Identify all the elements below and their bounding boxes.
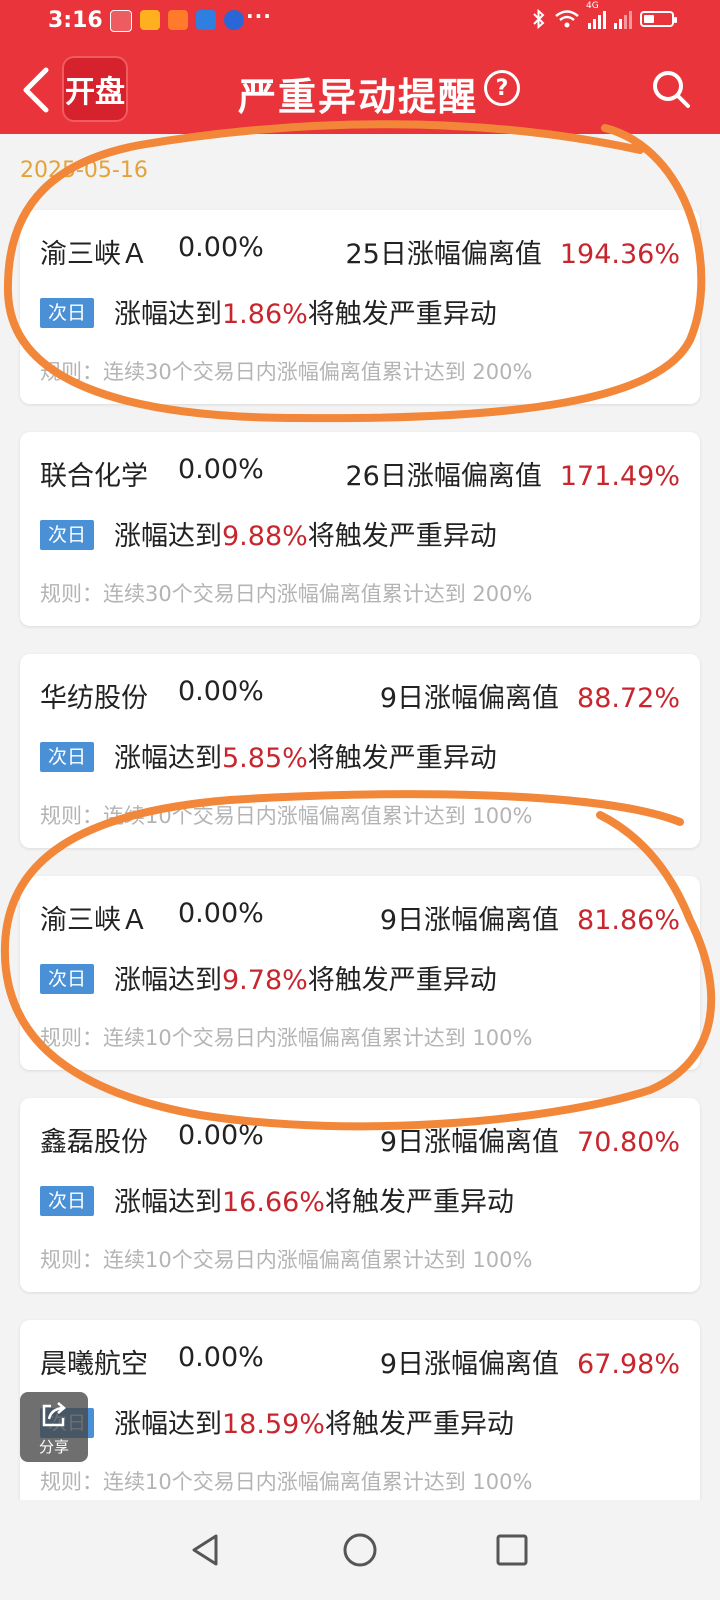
stock-name[interactable]: 渝三峡Ａ (40, 898, 148, 937)
share-label: 分享 (38, 1438, 69, 1456)
metric-value: 70.80% (577, 1127, 680, 1158)
trigger-suffix: 将触发严重异动 (324, 1187, 514, 1218)
signal-4g-icon: 4G (586, 1, 606, 29)
battery-icon (640, 11, 677, 27)
navigation-bar: 开盘 严重异动提醒 ? (0, 46, 720, 134)
system-status: 4G (532, 1, 677, 29)
video-app-icon (168, 10, 188, 30)
alert-card[interactable]: 晨曦航空 0.00% 9日涨幅偏离值67.98% 次日涨幅达到18.59%将触发… (20, 1320, 700, 1514)
next-day-tag: 次日 (40, 297, 94, 328)
rule-text: 规则：连续30个交易日内涨幅偏离值累计达到 200% (40, 582, 533, 606)
browser-icon (224, 10, 244, 30)
home-circle-icon[interactable] (340, 1530, 380, 1570)
alert-card[interactable]: 渝三峡Ａ 0.00% 9日涨幅偏离值 81.86% 次日 涨幅达到9.78%将触发严… (20, 876, 700, 1070)
trigger-suffix: 将触发严重异动 (307, 965, 497, 996)
alert-card[interactable]: 渝三峡Ａ 0.00% 25日涨幅偏离值 194.36% 次日 涨幅达到1.86%将触… (20, 210, 700, 404)
trigger-prefix: 涨幅达到 (114, 965, 222, 996)
metric-label: 9日涨幅偏离值 (379, 1349, 560, 1380)
alert-card[interactable]: 联合化学 0.00% 26日涨幅偏离值 171.49% 次日 涨幅达到9.88%将触… (20, 432, 700, 626)
weibo-icon (140, 10, 160, 30)
metric-value: 88.72% (577, 683, 680, 714)
trigger-prefix: 涨幅达到 (114, 1409, 222, 1440)
stock-name[interactable]: 渝三峡Ａ (40, 232, 148, 271)
rule-text: 规则：连续10个交易日内涨幅偏离值累计达到 100% (40, 1248, 533, 1272)
wifi-icon (555, 10, 579, 28)
date-label: 2025-05-16 (20, 158, 148, 183)
stock-change: 0.00% (178, 676, 264, 707)
metric-value: 81.86% (577, 905, 680, 936)
page-title: 严重异动提醒 (238, 75, 479, 119)
share-icon (42, 1402, 66, 1427)
trigger-suffix: 将触发严重异动 (307, 743, 497, 774)
bluetooth-icon (533, 9, 545, 29)
status-bar: 3:16 ··· 4G (0, 0, 720, 46)
app-logo: 开盘 (62, 56, 128, 122)
metric-label: 9日涨幅偏离值 (379, 683, 560, 714)
next-day-tag: 次日 (40, 741, 94, 772)
recents-square-icon[interactable] (492, 1530, 532, 1570)
rule-text: 规则：连续10个交易日内涨幅偏离值累计达到 100% (40, 1026, 533, 1050)
trigger-prefix: 涨幅达到 (114, 521, 222, 552)
alert-card[interactable]: 华纺股份 0.00% 9日涨幅偏离值 88.72% 次日 涨幅达到5.85%将触发严… (20, 654, 700, 848)
help-icon[interactable]: ? (484, 70, 520, 106)
stock-name[interactable]: 联合化学 (40, 454, 148, 493)
rule-text: 规则：连续10个交易日内涨幅偏离值累计达到 100% (40, 1470, 533, 1494)
trigger-suffix: 将触发严重异动 (307, 521, 497, 552)
status-time: 3:16 (48, 8, 103, 33)
stock-name[interactable]: 鑫磊股份 (40, 1120, 148, 1159)
stock-name[interactable]: 华纺股份 (40, 676, 148, 715)
next-day-tag: 次日 (40, 963, 94, 994)
alert-card[interactable]: 鑫磊股份 0.00% 9日涨幅偏离值 70.80% 次日 涨幅达到16.66%将触发… (20, 1098, 700, 1292)
metric-label: 9日涨幅偏离值 (379, 1127, 560, 1158)
trigger-suffix: 将触发严重异动 (307, 299, 497, 330)
trigger-suffix: 将触发严重异动 (324, 1409, 514, 1440)
trigger-value: 1.86% (222, 299, 308, 330)
next-day-tag: 次日 (40, 519, 94, 550)
trigger-value: 9.88% (222, 521, 308, 552)
metric-value: 171.49% (559, 461, 680, 492)
metric-value: 194.36% (559, 239, 680, 270)
signal-icon (614, 9, 632, 29)
trigger-value: 18.59% (222, 1409, 325, 1440)
next-day-tag: 次日 (40, 1185, 94, 1216)
weather-icon (196, 10, 216, 30)
metric-value: 67.98% (577, 1349, 680, 1380)
app-notification-icon (110, 10, 132, 32)
notification-icons (110, 10, 244, 32)
stock-change: 0.00% (178, 898, 264, 929)
stock-change: 0.00% (178, 454, 264, 485)
trigger-prefix: 涨幅达到 (114, 1187, 222, 1218)
share-button[interactable]: 分享 (20, 1392, 88, 1462)
metric-label: 26日涨幅偏离值 (345, 461, 542, 492)
rule-text: 规则：连续10个交易日内涨幅偏离值累计达到 100% (40, 804, 533, 828)
trigger-value: 5.85% (222, 743, 308, 774)
stock-change: 0.00% (178, 1120, 264, 1151)
trigger-prefix: 涨幅达到 (114, 743, 222, 774)
logo-text: 开盘 (65, 75, 125, 110)
trigger-value: 9.78% (222, 965, 308, 996)
metric-label: 25日涨幅偏离值 (345, 239, 542, 270)
back-arrow-icon[interactable] (14, 58, 58, 122)
system-navigation-bar (0, 1500, 720, 1600)
back-triangle-icon[interactable] (186, 1530, 226, 1570)
trigger-value: 16.66% (222, 1187, 325, 1218)
trigger-prefix: 涨幅达到 (114, 299, 222, 330)
stock-change: 0.00% (178, 232, 264, 263)
metric-label: 9日涨幅偏离值 (379, 905, 560, 936)
stock-name[interactable]: 晨曦航空 (40, 1342, 148, 1381)
stock-change: 0.00% (178, 1342, 264, 1373)
more-dots-icon: ··· (246, 4, 272, 28)
rule-text: 规则：连续30个交易日内涨幅偏离值累计达到 200% (40, 360, 533, 384)
search-icon[interactable] (650, 68, 692, 110)
